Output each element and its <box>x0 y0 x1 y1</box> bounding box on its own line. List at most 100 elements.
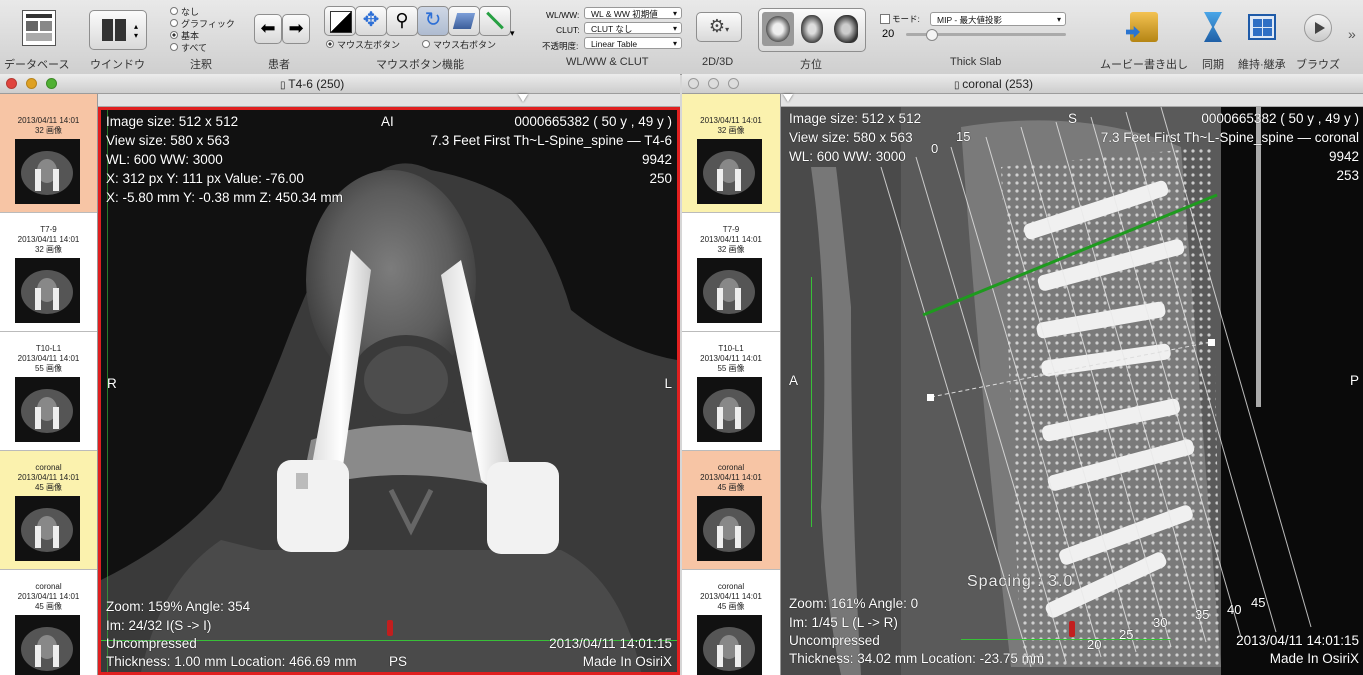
measure-tool-button[interactable] <box>479 6 511 36</box>
annotation-group: なし グラフィック 基本 すべて 注釈 <box>168 0 248 74</box>
image-index-text: Im: 24/32 I(S -> I) <box>106 618 212 633</box>
horizontal-guide-line <box>961 639 1171 640</box>
wlww-popup[interactable]: WL & WW 初期値 <box>584 7 682 20</box>
annotations-label: 注釈 <box>190 59 212 71</box>
wlww-clut-group: WL/WW: WL & WW 初期値 CLUT: CLUT なし 不透明度: L… <box>536 0 686 74</box>
mouse-left-radio[interactable]: マウス左ボタン <box>326 38 400 50</box>
slider-knob[interactable] <box>783 94 793 102</box>
database-label: データベース <box>4 59 70 71</box>
scroll-tool-button[interactable] <box>448 6 480 36</box>
database-icon <box>22 10 56 46</box>
maintain-tool[interactable]: 維持·継承 <box>1236 0 1288 74</box>
series-thumbnail[interactable]: 2013/04/11 14:01 32 画像 <box>682 94 780 213</box>
slider-knob[interactable] <box>518 94 528 102</box>
minimize-button[interactable] <box>708 78 719 89</box>
left-window-titlebar[interactable]: ▯ T4-6 (250) <box>0 74 680 94</box>
coronal-orientation-button[interactable] <box>796 12 828 46</box>
left-image-viewer[interactable]: Image size: 512 x 512 View size: 580 x 5… <box>98 107 680 675</box>
right-image-slider[interactable] <box>781 94 1363 107</box>
zoom-text: Zoom: 161% Angle: 0 <box>789 596 919 611</box>
browse-tool[interactable]: ブラウズ <box>1292 0 1348 74</box>
thumbnail-count: 45 画像 <box>717 483 745 492</box>
annotation-radio-0[interactable]: なし <box>170 5 235 17</box>
series-thumbnail[interactable]: 2013/04/11 14:01 32 画像 <box>0 94 97 213</box>
zoom-button[interactable] <box>728 78 739 89</box>
pan-tool-button[interactable]: ✥ <box>355 6 387 36</box>
orientation-right: L <box>664 376 672 391</box>
right-window-titlebar[interactable]: ▯ coronal (253) <box>682 74 1363 94</box>
slab-slider[interactable] <box>906 29 1066 41</box>
thumbnail-count: 32 画像 <box>717 126 745 135</box>
thumbnail-name: coronal <box>35 582 62 591</box>
twod-threed-button[interactable]: ⚙▾ <box>696 12 742 42</box>
radio-dot <box>170 31 178 39</box>
date-text: 2013/04/11 14:01:15 <box>549 636 672 651</box>
axial-orientation-button[interactable] <box>762 12 794 46</box>
movie-export-label: ムービー書き出し <box>1100 59 1188 71</box>
opacity-popup[interactable]: Linear Table <box>584 37 682 50</box>
sync-tool[interactable]: 同期 <box>1194 0 1232 74</box>
thumbnail-name: T7-9 <box>722 225 740 234</box>
series-number-text: 9942 <box>641 152 672 167</box>
slab-slider-knob[interactable] <box>926 29 938 41</box>
series-thumbnail[interactable]: T10-L1 2013/04/11 14:01 55 画像 <box>0 332 97 451</box>
orientation-left: A <box>789 373 799 388</box>
slice-number-label: 35 <box>1195 607 1210 622</box>
close-button[interactable] <box>688 78 699 89</box>
wlww-tool-button[interactable] <box>324 6 356 36</box>
mode-checkbox[interactable] <box>880 14 890 24</box>
right-image-viewer[interactable]: 15 20 25 30 35 40 45 0 Spacing : 3.0 Image size… <box>781 107 1363 675</box>
mode-popup[interactable]: MIP - 最大値投影 <box>930 12 1066 27</box>
study-text: 7.3 Feet First Th~L-Spine_spine — corona… <box>1100 130 1359 145</box>
mouse-right-radio[interactable]: マウス右ボタン <box>422 38 496 50</box>
mouse-tools-menu-arrow[interactable]: ▾ <box>510 28 515 39</box>
annotation-radio-3[interactable]: すべて <box>170 41 235 53</box>
sagittal-orientation-button[interactable] <box>830 12 862 46</box>
brain-sagittal-icon <box>834 15 858 43</box>
image-size-text: Image size: 512 x 512 <box>789 111 922 126</box>
slice-number-label: 45 <box>1251 595 1266 610</box>
toolbar-overflow-icon[interactable]: » <box>1348 26 1356 42</box>
thumbnail-date: 2013/04/11 14:01 <box>700 116 762 125</box>
slice-number-label: 30 <box>1153 615 1168 630</box>
toolbar: データベース ▴ ▾ ウインドウ なし グラフィック 基本 すべて 注釈 ⬅ ➡ 患者 … <box>0 0 1363 75</box>
clut-label: CLUT: <box>556 25 580 35</box>
window-tool[interactable]: ▴ ▾ ウインドウ <box>86 0 150 74</box>
minimize-button[interactable] <box>26 78 37 89</box>
annotation-radio-1[interactable]: グラフィック <box>170 17 235 29</box>
close-button[interactable] <box>6 78 17 89</box>
thumbnail-image <box>15 496 80 561</box>
wlww-clut-label: WL/WW & CLUT <box>566 56 649 68</box>
rotate-tool-button[interactable]: ↻ <box>417 6 449 36</box>
image-count-text: 253 <box>1336 168 1359 183</box>
movie-export-tool[interactable]: ムービー書き出し <box>1096 0 1190 74</box>
zoom-tool-button[interactable]: ⚲ <box>386 6 418 36</box>
series-thumbnail[interactable]: coronal 2013/04/11 14:01 45 画像 <box>0 451 97 570</box>
series-thumbnail[interactable]: coronal 2013/04/11 14:01 45 画像 <box>682 570 780 675</box>
annotation-radio-2[interactable]: 基本 <box>170 29 235 41</box>
sync-label: 同期 <box>1202 59 1224 71</box>
thumbnail-image <box>15 258 80 323</box>
patient-id-text: 0000665382 ( 50 y , 49 y ) <box>514 114 672 129</box>
slice-marker[interactable] <box>1069 621 1075 637</box>
series-thumbnail[interactable]: coronal 2013/04/11 14:01 45 画像 <box>682 451 780 570</box>
previous-patient-button[interactable]: ⬅ <box>254 14 282 44</box>
window-label: ウインドウ <box>90 59 145 71</box>
orientation-group: 方位 <box>758 0 866 74</box>
rotate-icon: ↻ <box>424 9 442 31</box>
date-text: 2013/04/11 14:01:15 <box>1236 633 1359 648</box>
patient-nav: ⬅ ➡ 患者 <box>252 0 312 74</box>
left-image-slider[interactable] <box>98 94 680 107</box>
slice-marker[interactable] <box>387 620 393 636</box>
opacity-label: 不透明度: <box>542 41 579 51</box>
pixel-value-text: X: 312 px Y: 111 px Value: -76.00 <box>106 171 304 186</box>
zoom-button[interactable] <box>46 78 57 89</box>
clut-popup[interactable]: CLUT なし <box>584 22 682 35</box>
series-thumbnail[interactable]: T7-9 2013/04/11 14:01 32 画像 <box>682 213 780 332</box>
series-thumbnail[interactable]: coronal 2013/04/11 14:01 45 画像 <box>0 570 97 675</box>
series-thumbnail[interactable]: T7-9 2013/04/11 14:01 32 画像 <box>0 213 97 332</box>
next-patient-button[interactable]: ➡ <box>282 14 310 44</box>
series-thumbnail[interactable]: T10-L1 2013/04/11 14:01 55 画像 <box>682 332 780 451</box>
database-tool[interactable]: データベース <box>0 0 78 74</box>
thumbnail-image <box>697 258 762 323</box>
